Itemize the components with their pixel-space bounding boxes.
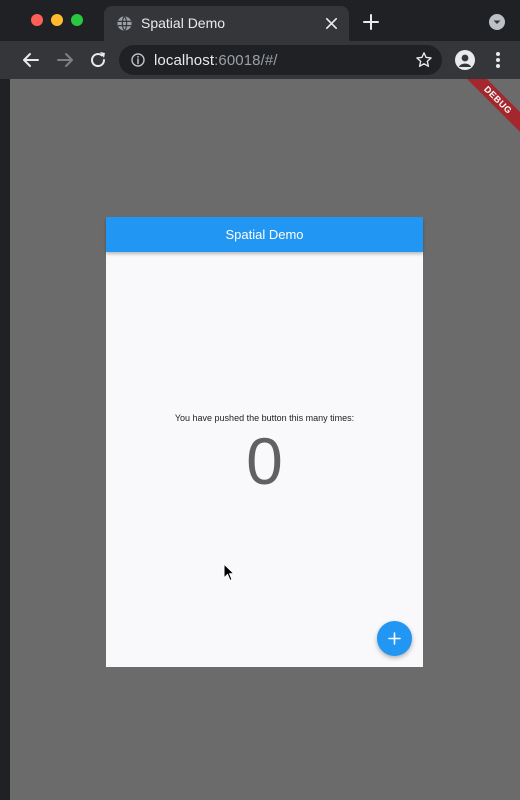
mouse-pointer-icon [223,563,235,582]
globe-icon [117,16,132,31]
profile-avatar-icon[interactable] [455,50,475,70]
url-path: :60018/#/ [214,52,278,69]
url-text[interactable]: localhost:60018/#/ [154,52,278,69]
close-icon[interactable] [324,16,339,31]
forward-arrow-icon[interactable] [55,50,75,70]
info-icon[interactable] [131,53,145,67]
tab-search-button[interactable] [489,14,505,30]
tab-strip: Spatial Demo [0,0,520,41]
window-minimize-button[interactable] [51,14,63,26]
chevron-down-icon [493,20,501,24]
window-close-button[interactable] [31,14,43,26]
browser-toolbar: localhost:60018/#/ [0,41,520,79]
address-bar[interactable]: localhost:60018/#/ [119,45,442,75]
person-icon [459,54,471,67]
counter-label: You have pushed the button this many tim… [174,413,355,423]
app-bar: Spatial Demo [106,217,423,252]
app-bar-title: Spatial Demo [225,227,304,242]
new-tab-icon[interactable] [362,13,380,31]
add-icon [388,632,401,645]
bookmark-star-icon[interactable] [415,51,433,69]
window-maximize-button[interactable] [71,14,83,26]
tab-title: Spatial Demo [141,15,226,31]
more-vert-icon[interactable] [495,51,501,69]
page-viewport: DEBUG Spatial Demo You have pushed the b… [10,79,520,800]
counter-value: 0 [246,424,283,498]
browser-window: Spatial Demo localhost:60018/#/ DEBUG Sp… [0,0,520,800]
increment-fab-button[interactable] [377,621,412,656]
url-host: localhost [154,52,215,69]
reload-icon[interactable] [88,50,108,70]
browser-tab[interactable]: Spatial Demo [104,6,349,41]
back-arrow-icon[interactable] [21,50,41,70]
flutter-app: Spatial Demo You have pushed the button … [106,217,423,667]
debug-banner: DEBUG [453,79,520,145]
